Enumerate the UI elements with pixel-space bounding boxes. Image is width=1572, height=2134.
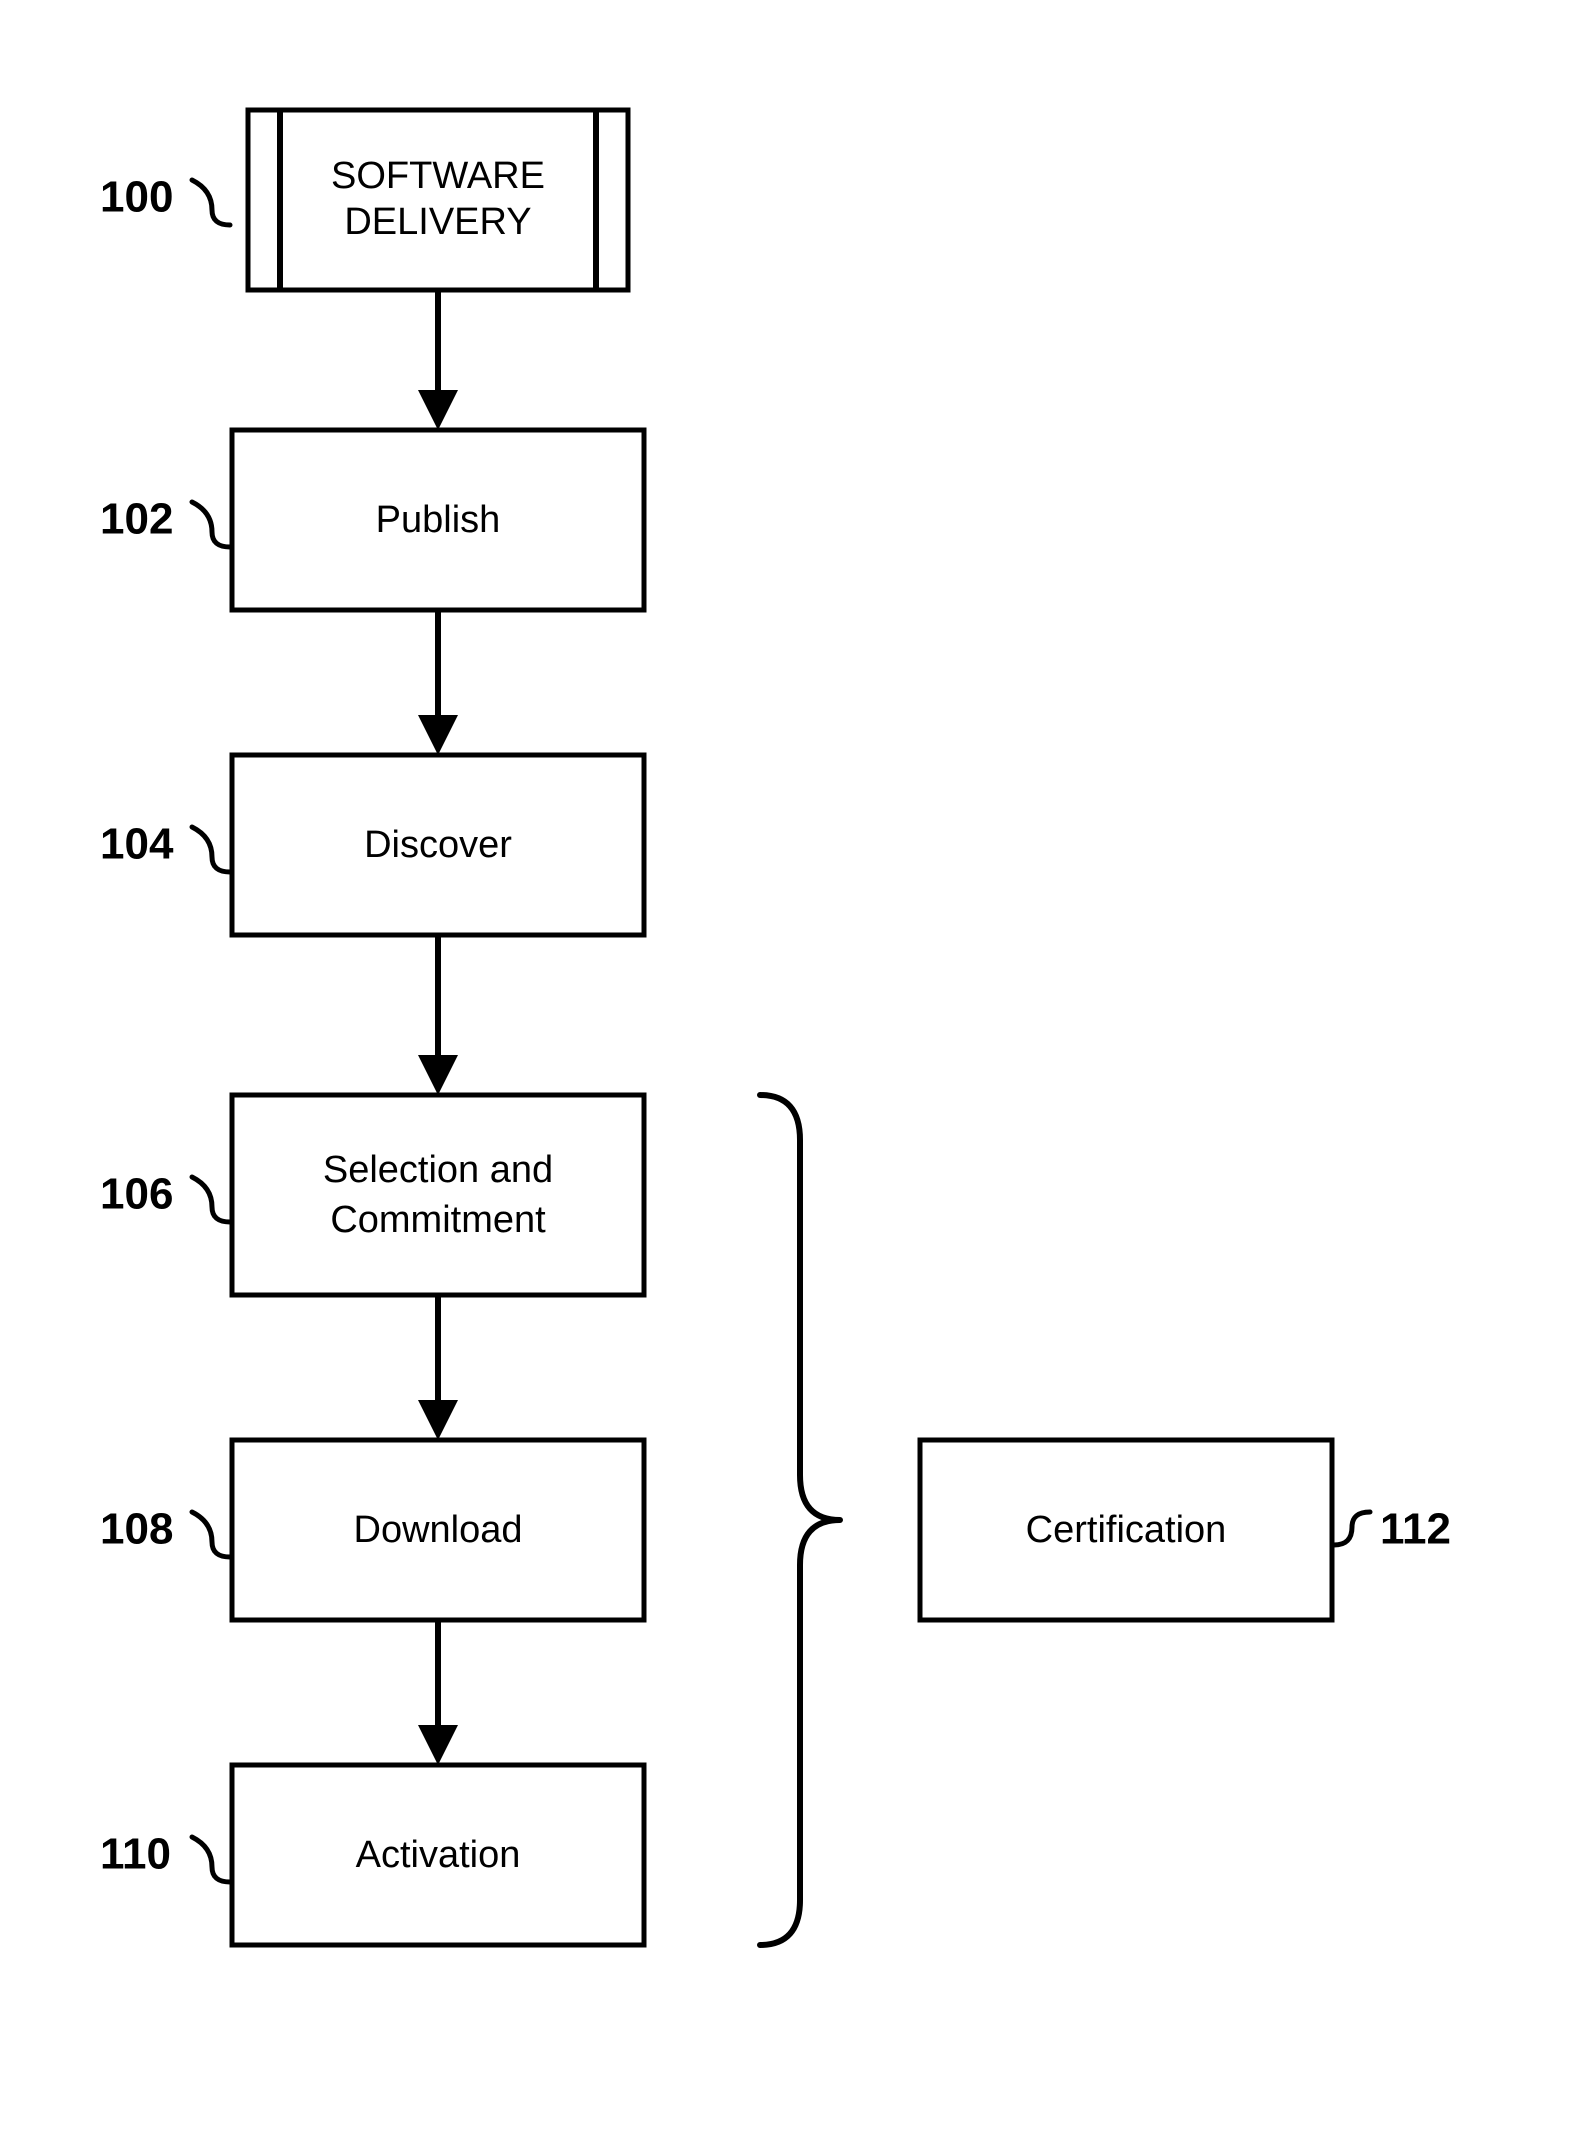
ref-100: 100: [100, 173, 230, 225]
svg-text:106: 106: [100, 1170, 173, 1219]
node-download: Download: [232, 1440, 644, 1620]
svg-text:Activation: Activation: [356, 1834, 521, 1876]
arrow-5: [418, 1620, 458, 1765]
node-selection-commitment: Selection and Commitment: [232, 1095, 644, 1295]
svg-text:Commitment: Commitment: [330, 1199, 546, 1241]
svg-text:Selection and: Selection and: [323, 1149, 553, 1191]
brace-certification: [760, 1095, 840, 1945]
arrow-3: [418, 935, 458, 1095]
svg-text:110: 110: [100, 1830, 171, 1879]
svg-text:102: 102: [100, 495, 173, 544]
svg-text:Certification: Certification: [1026, 1509, 1227, 1551]
svg-text:108: 108: [100, 1505, 173, 1554]
ref-106: 106: [100, 1170, 230, 1222]
node-certification: Certification: [920, 1440, 1332, 1620]
arrow-1: [418, 290, 458, 430]
svg-text:Publish: Publish: [376, 499, 501, 541]
svg-text:Discover: Discover: [364, 824, 512, 866]
title-line2: DELIVERY: [344, 201, 531, 243]
svg-text:Download: Download: [354, 1509, 523, 1551]
ref-112: 112: [1334, 1505, 1451, 1554]
flowchart-canvas: SOFTWARE DELIVERY 100 Publish 102 Discov…: [0, 0, 1572, 2134]
svg-text:104: 104: [100, 820, 174, 869]
svg-text:112: 112: [1380, 1505, 1451, 1554]
node-discover: Discover: [232, 755, 644, 935]
ref-110: 110: [100, 1830, 230, 1882]
title-line1: SOFTWARE: [331, 155, 545, 197]
node-activation: Activation: [232, 1765, 644, 1945]
node-software-delivery: SOFTWARE DELIVERY: [248, 110, 628, 290]
ref-108: 108: [100, 1505, 230, 1557]
node-publish: Publish: [232, 430, 644, 610]
arrow-2: [418, 610, 458, 755]
svg-text:100: 100: [100, 173, 173, 222]
ref-104: 104: [100, 820, 230, 872]
ref-102: 102: [100, 495, 230, 547]
arrow-4: [418, 1295, 458, 1440]
